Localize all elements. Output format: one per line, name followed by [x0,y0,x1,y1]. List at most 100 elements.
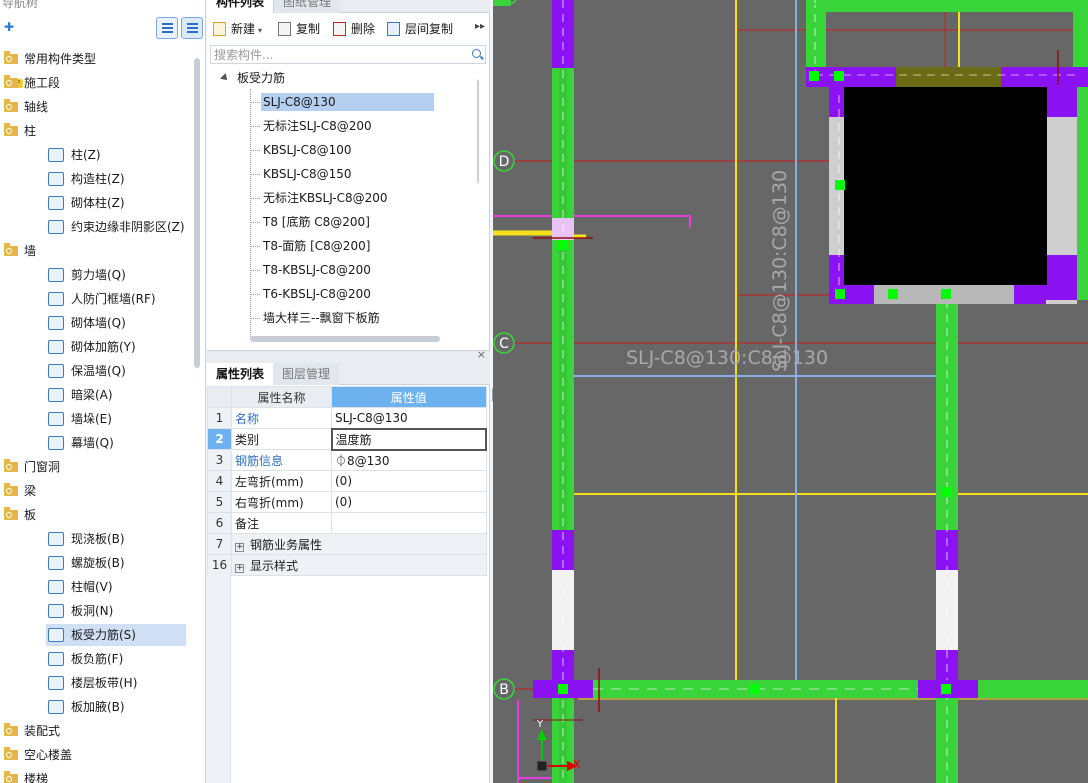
tab-property-list[interactable]: 属性列表 [207,363,275,385]
property-value[interactable]: ⏀8@130 [331,449,487,471]
property-row[interactable]: 1 名称 SLJ-C8@130 [207,407,487,429]
copy-button[interactable]: 复制 [278,20,320,38]
grip-point [888,289,898,299]
nav-folder[interactable]: 常用构件类型 [0,47,194,71]
nav-item[interactable]: 构造柱(Z) [0,167,194,191]
nav-item[interactable]: 剪力墙(Q) [0,263,194,287]
component-list-item[interactable]: KBSLJ-C8@100 [251,139,352,161]
component-list-item[interactable]: 无标注SLJ-C8@200 [251,115,372,137]
wall-pier-icon [48,412,64,426]
nav-folder[interactable]: 梁 [0,479,194,503]
component-list-item[interactable]: KBSLJ-C8@150 [251,163,352,185]
property-value[interactable]: (0) [331,470,487,492]
nav-item[interactable]: 现浇板(B) [0,527,194,551]
component-list-item[interactable]: T8-KBSLJ-C8@200 [251,259,371,281]
nav-folder[interactable]: 空心楼盖 [0,743,194,767]
tab-component-list[interactable]: 构件列表 [207,0,275,13]
cad-drawing-canvas[interactable]: D C B SLJ-C8@130:C8@130 SLJ-C8@130:C8@13… [493,0,1088,783]
nav-scrollbar[interactable] [194,58,200,368]
more-icon[interactable]: ▸▸ [475,21,485,32]
component-list-item[interactable]: 墙大样三--飘窗下板筋 [251,307,380,329]
new-icon [213,22,226,36]
spiral-slab-icon [48,556,64,570]
nav-item[interactable]: 板加腋(B) [0,695,194,719]
nav-item-label: 施工段 [24,76,61,90]
nav-item[interactable]: 板洞(N) [0,599,194,623]
nav-item[interactable]: 砌体墙(Q) [0,311,194,335]
nav-item[interactable]: 板负筋(F) [0,647,194,671]
property-table: 属性名称 属性值 1 名称 SLJ-C8@130 2 类别 温度筋 3 钢筋信息 ⏀8@130 4… [207,386,487,576]
property-value[interactable] [331,512,487,534]
floor-copy-label: 层间复制 [405,22,454,36]
nav-folder[interactable]: 墙 [0,239,194,263]
expand-triangle-icon[interactable] [220,73,230,83]
nav-folder[interactable]: 楼梯 [0,767,194,783]
component-tree-hscrollbar[interactable] [250,336,440,342]
column-cap-icon [48,580,64,594]
tab-layer-management[interactable]: 图层管理 [273,363,340,385]
nav-item[interactable]: 约束边缘非阴影区(Z) [0,215,194,239]
new-button[interactable]: 新建 ▾ [213,20,262,38]
row-number: 4 [207,470,232,492]
nav-item[interactable]: 螺旋板(B) [0,551,194,575]
nav-folder[interactable]: 板 [0,503,194,527]
nav-item[interactable]: 柱(Z) [0,143,194,167]
row-number: 7 [207,533,232,555]
nav-item[interactable]: 砌体加筋(Y) [0,335,194,359]
nav-item[interactable]: 保温墙(Q) [0,359,194,383]
nav-item[interactable]: 幕墙(Q) [0,431,194,455]
nav-item[interactable]: 板受力筋(S) [0,623,194,647]
list-view-button[interactable] [156,17,178,39]
nav-folder[interactable]: 施工段VIP [0,71,194,95]
detail-view-button[interactable] [181,17,203,39]
nav-item[interactable]: 砌体柱(Z) [0,191,194,215]
search-input[interactable] [214,47,464,62]
property-row[interactable]: 4 左弯折(mm) (0) [207,470,487,492]
tab-drawing-management[interactable]: 图纸管理 [274,0,341,13]
panel-splitter[interactable]: × [207,348,490,363]
nav-item[interactable]: 楼层板带(H) [0,671,194,695]
nav-item[interactable]: 暗梁(A) [0,383,194,407]
close-icon[interactable]: × [477,348,486,361]
component-list-item[interactable]: 无标注KBSLJ-C8@200 [251,187,388,209]
nav-folder[interactable]: 门窗洞 [0,455,194,479]
component-list-item[interactable]: SLJ-C8@130 [251,91,434,113]
expand-plus-icon[interactable]: + [235,563,244,573]
nav-item[interactable]: 墙垛(E) [0,407,194,431]
nav-folder[interactable]: 轴线 [0,95,194,119]
property-row[interactable]: 3 钢筋信息 ⏀8@130 [207,449,487,471]
property-row[interactable]: 7 + 钢筋业务属性 [207,533,487,555]
component-list-item[interactable]: T8 [底筋 C8@200] [251,211,370,233]
property-name: 名称 [231,407,332,429]
nav-item[interactable]: 人防门框墙(RF) [0,287,194,311]
component-item-label: KBSLJ-C8@100 [263,143,352,157]
property-gutter [207,575,231,783]
nav-item-label: 螺旋板(B) [71,556,125,570]
nav-item-label: 板负筋(F) [71,652,124,666]
property-group-label: 显示样式 [250,558,299,573]
nav-item[interactable]: 柱帽(V) [0,575,194,599]
component-group[interactable]: 板受力筋 [217,67,285,89]
add-icon[interactable]: ✚ [4,20,14,34]
component-list-item[interactable]: T6-KBSLJ-C8@200 [251,283,371,305]
nav-folder[interactable]: 装配式 [0,719,194,743]
search-icon[interactable] [472,49,481,58]
property-row[interactable]: 16 + 显示样式 [207,554,487,576]
property-row[interactable]: 5 右弯折(mm) (0) [207,491,487,513]
curtain-wall-icon [48,436,64,450]
component-tree-scrollbar[interactable] [477,79,479,184]
property-row[interactable]: 6 备注 [207,512,487,534]
floor-copy-button[interactable]: 层间复制 [387,20,453,38]
property-group-label: 钢筋业务属性 [250,537,323,552]
component-list-item[interactable]: T8-面筋 [C8@200] [251,235,370,257]
property-value[interactable]: SLJ-C8@130 [331,407,487,429]
nav-folder[interactable]: 柱 [0,119,194,143]
delete-button[interactable]: 删除 [333,20,375,38]
component-search [210,45,486,64]
property-value[interactable]: 温度筋 [330,427,487,451]
property-value[interactable]: (0) [331,491,487,513]
folder-icon [4,459,18,472]
property-row[interactable]: 2 类别 温度筋 [207,427,487,451]
property-value-header: 属性值 [331,386,487,408]
expand-plus-icon[interactable]: + [235,542,244,552]
